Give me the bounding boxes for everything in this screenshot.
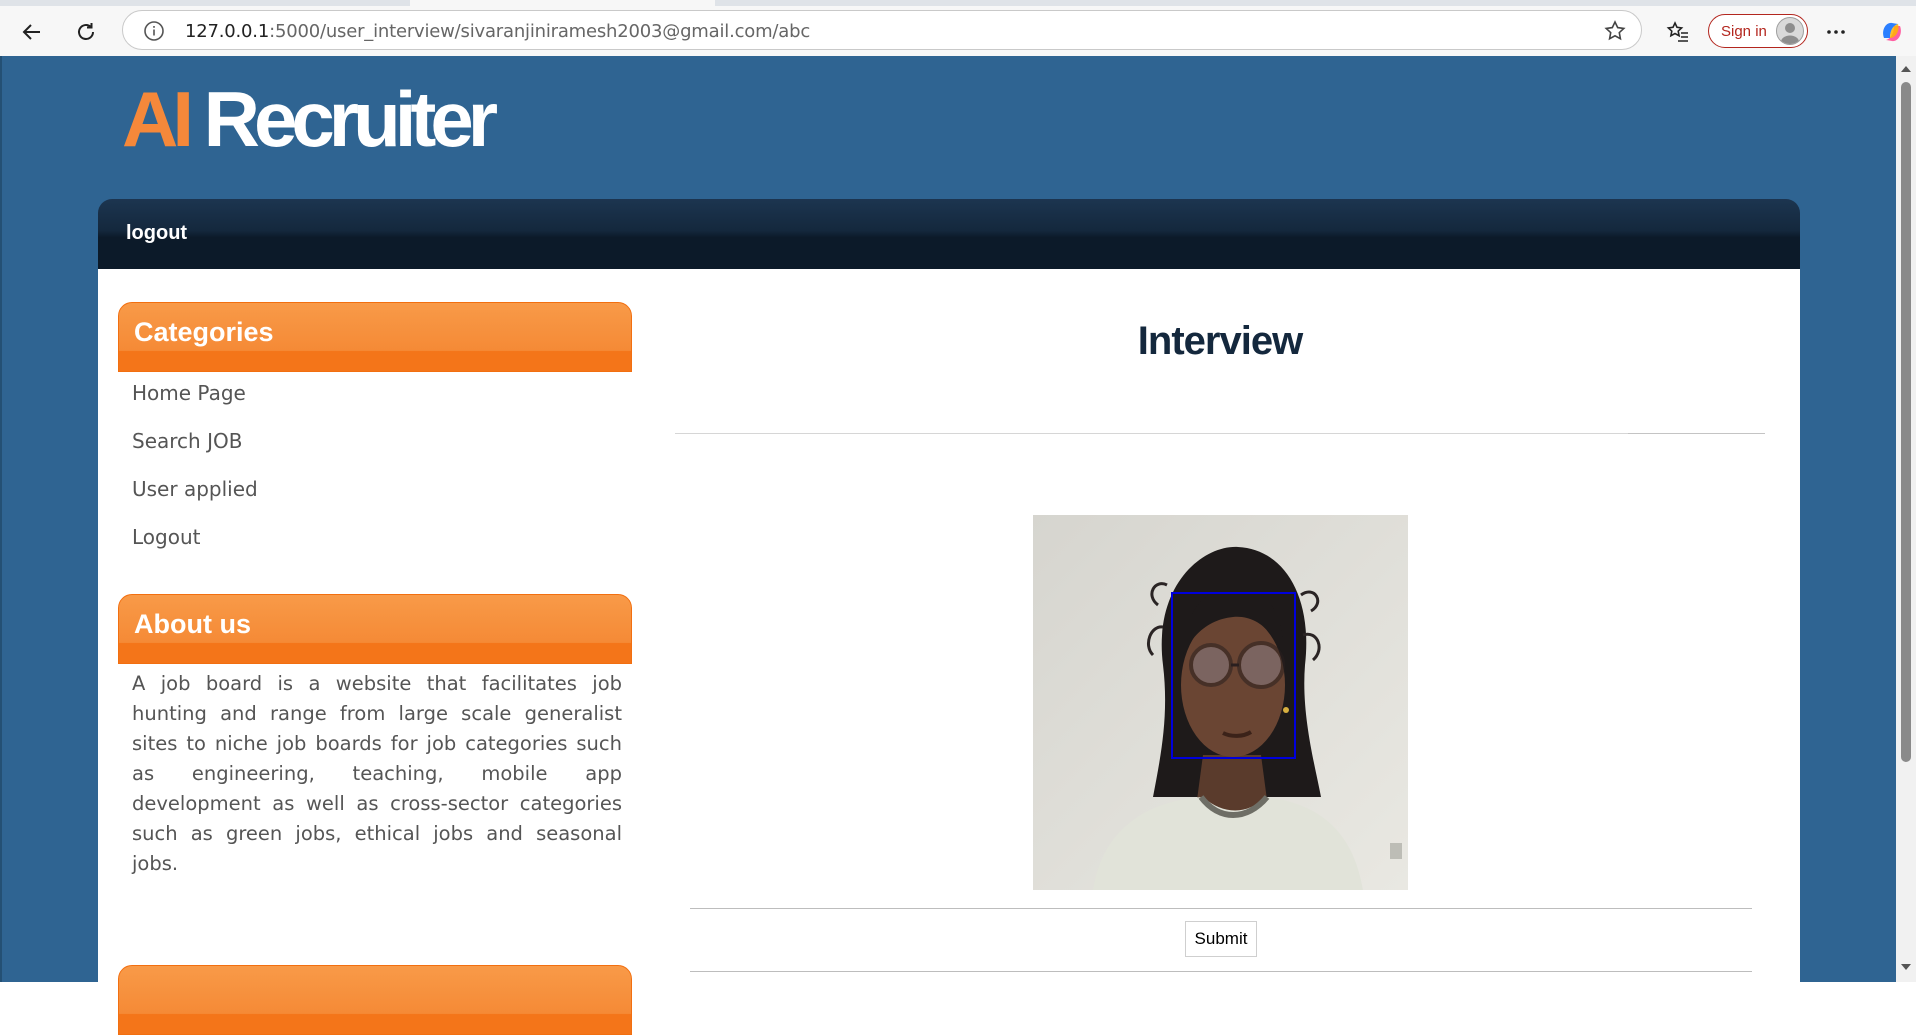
more-dots-icon bbox=[1827, 30, 1845, 34]
scroll-down-icon[interactable] bbox=[1896, 960, 1916, 974]
top-menu-bar: logout bbox=[98, 199, 1800, 269]
address-bar[interactable]: 127.0.0.1:5000/user_interview/sivaranjin… bbox=[122, 10, 1642, 50]
copilot-icon bbox=[1883, 22, 1901, 42]
submit-button[interactable]: Submit bbox=[1185, 921, 1257, 957]
scrollbar-thumb[interactable] bbox=[1901, 82, 1911, 762]
avatar-icon bbox=[1776, 17, 1804, 45]
url-path: :5000/user_interview/sivaranjiniramesh20… bbox=[269, 21, 811, 42]
webcam-feed bbox=[1033, 515, 1408, 890]
about-title: About us bbox=[134, 609, 251, 639]
page-title: Interview bbox=[1137, 319, 1303, 363]
categories-list: Home Page Search JOB User applied Logout bbox=[132, 381, 258, 573]
about-text: A job board is a website that facilitate… bbox=[132, 672, 622, 875]
favorite-star-icon[interactable] bbox=[1603, 19, 1627, 48]
reload-icon bbox=[78, 23, 94, 40]
favorites-list-icon bbox=[1666, 21, 1688, 42]
site-info-icon[interactable] bbox=[143, 20, 165, 47]
browser-toolbar: 127.0.0.1:5000/user_interview/sivaranjin… bbox=[0, 0, 1916, 57]
vertical-scrollbar[interactable] bbox=[1896, 56, 1916, 982]
title-divider-end bbox=[1628, 433, 1765, 434]
about-header: About us bbox=[118, 594, 632, 664]
logo-ai-text: AI bbox=[122, 75, 194, 163]
category-logout[interactable]: Logout bbox=[132, 525, 258, 573]
sign-in-button[interactable]: Sign in bbox=[1708, 14, 1808, 48]
logo-recruiter-text: Recruiter bbox=[203, 75, 498, 163]
menu-logout-link[interactable]: logout bbox=[126, 222, 187, 245]
sign-in-label: Sign in bbox=[1721, 23, 1767, 40]
tab-strip bbox=[0, 0, 1916, 6]
categories-title: Categories bbox=[134, 317, 274, 347]
next-sidebar-header bbox=[118, 965, 632, 1035]
favorites-button[interactable] bbox=[1660, 14, 1696, 50]
form-divider-top bbox=[690, 908, 1752, 909]
category-search-job[interactable]: Search JOB bbox=[132, 429, 258, 477]
reload-button[interactable] bbox=[68, 14, 104, 50]
scroll-up-icon[interactable] bbox=[1896, 62, 1916, 76]
more-menu-button[interactable] bbox=[1818, 14, 1854, 50]
url-text[interactable]: 127.0.0.1:5000/user_interview/sivaranjin… bbox=[185, 21, 810, 42]
category-home-page[interactable]: Home Page bbox=[132, 381, 258, 429]
webcam-image bbox=[1033, 515, 1408, 890]
categories-header: Categories bbox=[118, 302, 632, 372]
content-area: Categories Home Page Search JOB User app… bbox=[98, 269, 1800, 1035]
site-logo[interactable]: AI Recruiter bbox=[122, 80, 498, 158]
back-arrow-icon bbox=[22, 24, 40, 40]
back-button[interactable] bbox=[14, 14, 50, 50]
title-divider bbox=[675, 433, 1765, 434]
page-background: AI Recruiter logout Categories Home Page… bbox=[0, 56, 1896, 1035]
url-host: 127.0.0.1 bbox=[185, 21, 270, 42]
category-user-applied[interactable]: User applied bbox=[132, 477, 258, 525]
active-tab[interactable] bbox=[410, 0, 715, 6]
form-divider-bottom bbox=[690, 971, 1752, 972]
copilot-button[interactable] bbox=[1874, 14, 1910, 50]
